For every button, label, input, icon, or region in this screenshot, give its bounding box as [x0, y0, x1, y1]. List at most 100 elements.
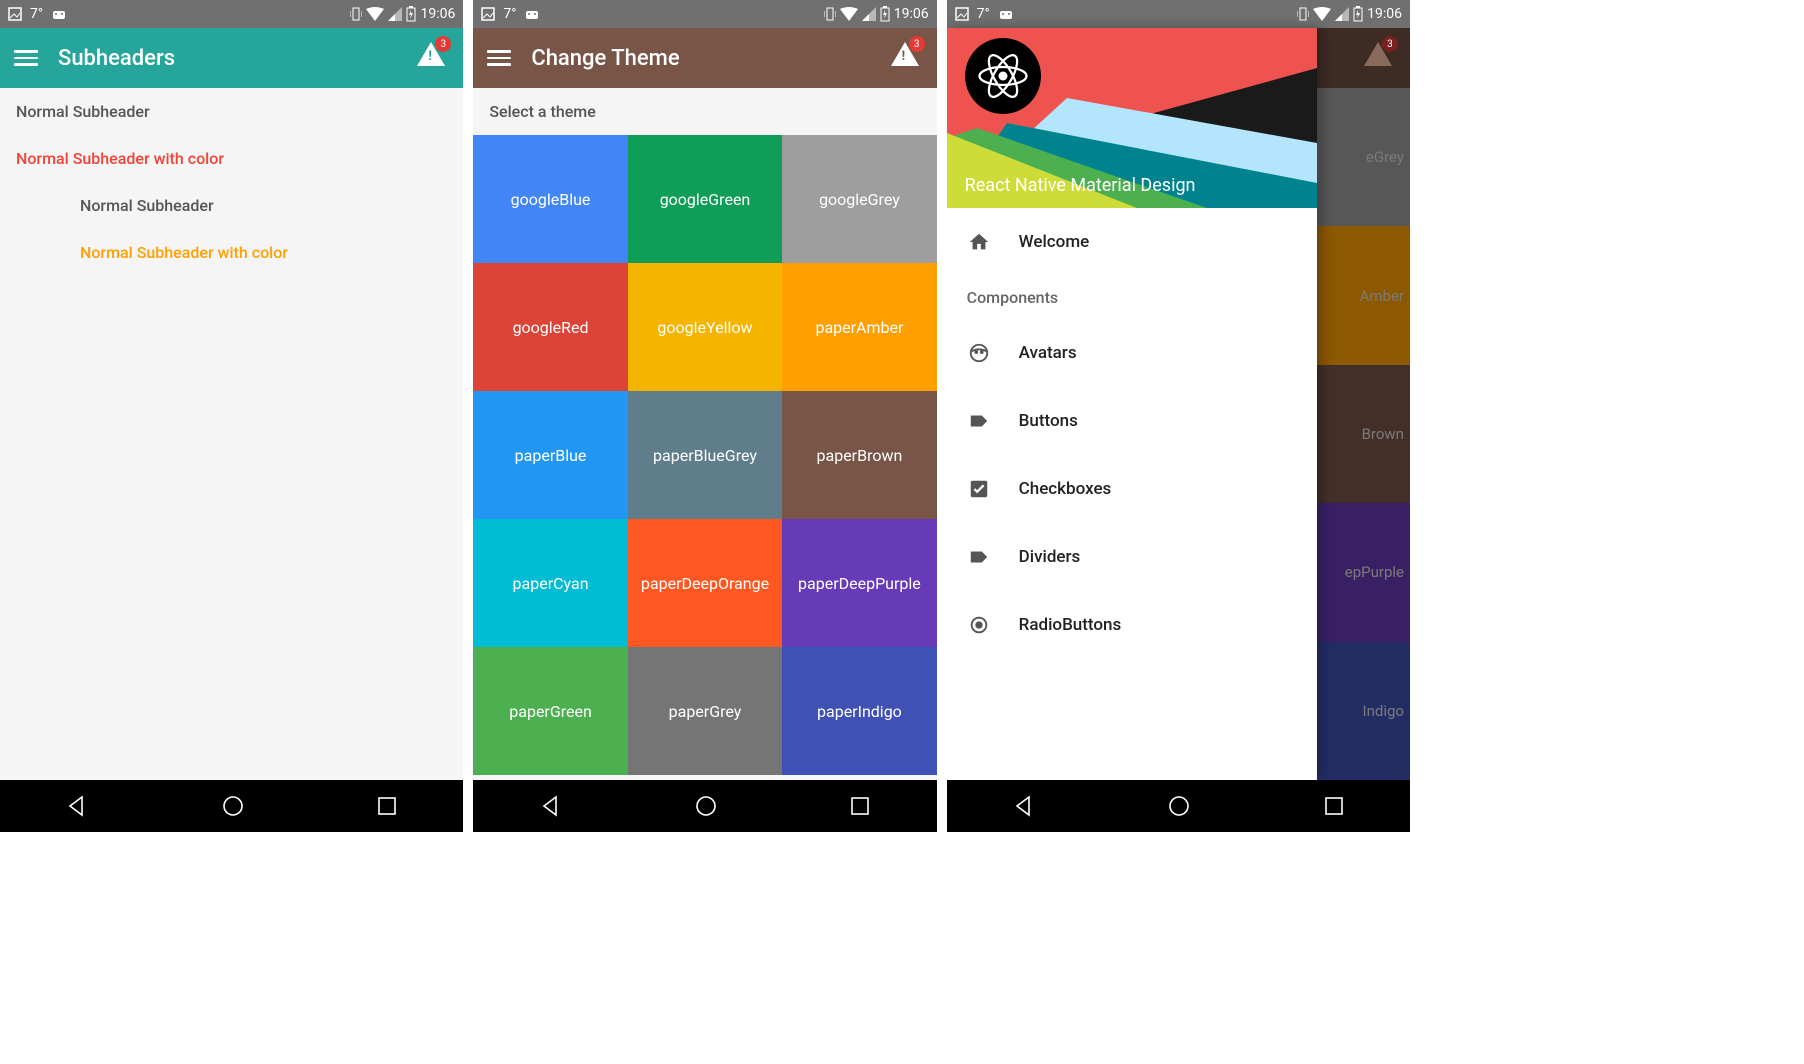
image-icon — [481, 7, 495, 21]
back-button[interactable] — [1013, 795, 1035, 817]
drawer-item-radiobuttons[interactable]: RadioButtons — [947, 591, 1317, 659]
theme-swatch-paperBrown[interactable]: paperBrown — [782, 391, 936, 519]
android-nav-bar — [947, 780, 1410, 832]
notification-badge: 3 — [909, 36, 925, 52]
drawer-section-header: Components — [947, 276, 1317, 319]
phone-change-theme: 7° 19:06 Change Theme 3 Select a theme g… — [473, 0, 936, 832]
android-nav-bar — [0, 780, 463, 832]
theme-swatch-paperCyan[interactable]: paperCyan — [473, 519, 627, 647]
hamburger-icon[interactable] — [14, 50, 38, 66]
drawer-item-label: Buttons — [1019, 411, 1078, 431]
drawer-item-label: Dividers — [1019, 547, 1081, 567]
android-icon — [51, 7, 67, 21]
theme-swatch-dimmed: Amber — [1310, 226, 1410, 364]
theme-swatch-googleGrey[interactable]: googleGrey — [782, 135, 936, 263]
signal-icon — [388, 7, 402, 21]
navigation-drawer: React Native Material Design Welcome Comp… — [947, 28, 1317, 780]
notification-badge: 3 — [1382, 36, 1398, 52]
home-button[interactable] — [694, 794, 718, 818]
subheader-item: Normal Subheader with color — [0, 135, 463, 182]
face-icon — [967, 341, 991, 365]
battery-icon — [880, 6, 890, 22]
drawer-item-label: Checkboxes — [1019, 479, 1112, 499]
image-icon — [955, 7, 969, 21]
app-bar: Change Theme 3 — [473, 28, 936, 88]
drawer-item-buttons[interactable]: Buttons — [947, 387, 1317, 455]
label-icon — [967, 409, 991, 433]
home-button[interactable] — [221, 794, 245, 818]
clock-label: 19:06 — [894, 6, 929, 22]
theme-swatch-dimmed: epPurple — [1310, 503, 1410, 641]
status-bar: 7° 19:06 — [473, 0, 936, 28]
back-button[interactable] — [540, 795, 562, 817]
android-nav-bar — [473, 780, 936, 832]
checkbox-icon — [967, 477, 991, 501]
theme-swatch-paperBlueGrey[interactable]: paperBlueGrey — [628, 391, 782, 519]
theme-swatch-paperGreen[interactable]: paperGreen — [473, 647, 627, 775]
theme-swatch-googleBlue[interactable]: googleBlue — [473, 135, 627, 263]
theme-swatch-paperDeepOrange[interactable]: paperDeepOrange — [628, 519, 782, 647]
wifi-icon — [366, 7, 384, 21]
notification-badge: 3 — [435, 36, 451, 52]
theme-swatch-dimmed: eGrey — [1310, 88, 1410, 226]
clock-label: 19:06 — [420, 6, 455, 22]
android-icon — [998, 7, 1014, 21]
subheader-item: Normal Subheader with color — [0, 229, 463, 276]
vibrate-icon — [350, 6, 362, 22]
theme-swatch-googleGreen[interactable]: googleGreen — [628, 135, 782, 263]
label-icon — [967, 545, 991, 569]
theme-swatch-paperIndigo[interactable]: paperIndigo — [782, 647, 936, 775]
subheader-item: Normal Subheader — [0, 182, 463, 229]
temp-label: 7° — [503, 6, 516, 22]
react-logo — [965, 38, 1041, 114]
theme-swatch-paperGrey[interactable]: paperGrey — [628, 647, 782, 775]
drawer-item-label: Avatars — [1019, 343, 1077, 363]
theme-swatch-paperAmber[interactable]: paperAmber — [782, 263, 936, 391]
page-title: Change Theme — [531, 46, 679, 71]
clock-label: 19:06 — [1367, 6, 1402, 22]
theme-swatch-googleRed[interactable]: googleRed — [473, 263, 627, 391]
temp-label: 7° — [977, 6, 990, 22]
back-button[interactable] — [66, 795, 88, 817]
drawer-title: React Native Material Design — [965, 175, 1196, 196]
page-title: Subheaders — [58, 46, 175, 71]
app-bar: Subheaders 3 — [0, 28, 463, 88]
theme-swatch-paperDeepPurple[interactable]: paperDeepPurple — [782, 519, 936, 647]
drawer-item-dividers[interactable]: Dividers — [947, 523, 1317, 591]
drawer-item-welcome[interactable]: Welcome — [947, 208, 1317, 276]
theme-swatch-dimmed: Brown — [1310, 365, 1410, 503]
theme-swatch-googleYellow[interactable]: googleYellow — [628, 263, 782, 391]
hamburger-icon[interactable] — [487, 50, 511, 66]
image-icon — [8, 7, 22, 21]
theme-swatch-dimmed: Indigo — [1310, 642, 1410, 780]
status-bar: 7° 19:06 — [0, 0, 463, 28]
theme-swatch-paperBlue[interactable]: paperBlue — [473, 391, 627, 519]
recent-button[interactable] — [850, 796, 870, 816]
select-theme-label: Select a theme — [473, 88, 936, 135]
wifi-icon — [1313, 7, 1331, 21]
home-icon — [967, 230, 991, 254]
phone-drawer: 7° 19:06 3 eGreyAmberBrownepPurpleIndigo — [947, 0, 1410, 832]
drawer-header: React Native Material Design — [947, 28, 1317, 208]
recent-button[interactable] — [377, 796, 397, 816]
signal-icon — [862, 7, 876, 21]
subheader-item: Normal Subheader — [0, 88, 463, 135]
content: Select a theme googleBluegoogleGreengoog… — [473, 88, 936, 780]
status-bar: 7° 19:06 — [947, 0, 1410, 28]
android-icon — [524, 7, 540, 21]
vibrate-icon — [1297, 6, 1309, 22]
recent-button[interactable] — [1324, 796, 1344, 816]
temp-label: 7° — [30, 6, 43, 22]
battery-icon — [406, 6, 416, 22]
wifi-icon — [840, 7, 858, 21]
radio-icon — [967, 613, 991, 637]
content: Normal SubheaderNormal Subheader with co… — [0, 88, 463, 780]
drawer-item-label: RadioButtons — [1019, 615, 1122, 635]
drawer-item-checkboxes[interactable]: Checkboxes — [947, 455, 1317, 523]
battery-icon — [1353, 6, 1363, 22]
home-button[interactable] — [1167, 794, 1191, 818]
drawer-item-label: Welcome — [1019, 232, 1090, 252]
drawer-item-avatars[interactable]: Avatars — [947, 319, 1317, 387]
signal-icon — [1335, 7, 1349, 21]
vibrate-icon — [824, 6, 836, 22]
